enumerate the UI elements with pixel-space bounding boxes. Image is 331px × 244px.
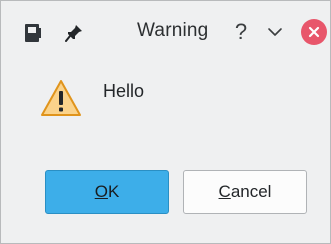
ok-button[interactable]: OK xyxy=(45,170,169,214)
cancel-mnemonic: C xyxy=(218,182,231,201)
ok-label: K xyxy=(107,182,120,201)
message-text: Hello xyxy=(103,81,145,101)
cancel-button[interactable]: Cancel xyxy=(183,170,307,214)
warning-icon xyxy=(39,78,83,118)
close-button[interactable] xyxy=(301,19,327,45)
ok-mnemonic: O xyxy=(94,182,108,201)
pin-icon[interactable] xyxy=(63,22,85,44)
help-icon[interactable]: ? xyxy=(231,18,251,46)
title-bar[interactable]: Warning ? xyxy=(1,1,330,61)
close-icon xyxy=(308,26,320,38)
app-icon[interactable] xyxy=(22,22,44,44)
dialog-content: Hello OK Cancel xyxy=(1,61,330,243)
dialog-window: Warning ? Hello OK Cancel xyxy=(0,0,331,244)
window-title: Warning xyxy=(137,20,209,41)
chevron-down-icon[interactable] xyxy=(267,24,283,40)
cancel-label: ancel xyxy=(230,182,272,201)
